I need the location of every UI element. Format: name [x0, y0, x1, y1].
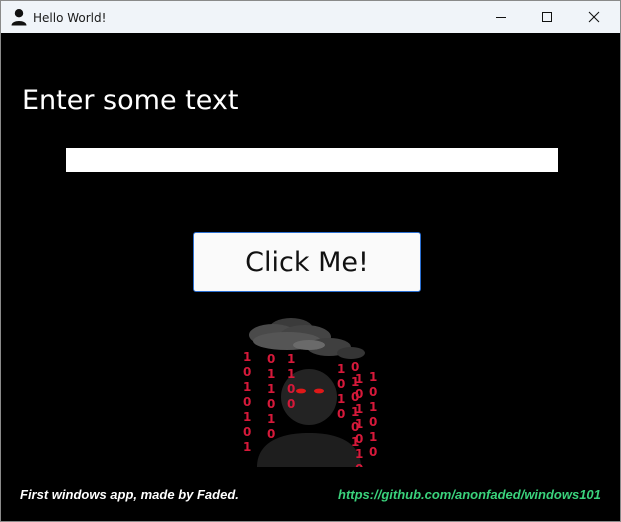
binary-digit: 0: [337, 407, 345, 421]
binary-digit: 0: [243, 365, 251, 379]
maximize-button[interactable]: [524, 1, 570, 33]
binary-digit: 0: [287, 382, 295, 396]
binary-digit: 0: [355, 462, 363, 467]
binary-digit: 1: [355, 402, 363, 416]
minimize-icon: [496, 17, 506, 18]
red-eye-left: [296, 388, 306, 394]
window-title: Hello World!: [33, 11, 107, 25]
binary-digit: 0: [287, 397, 295, 411]
click-me-button[interactable]: Click Me!: [193, 232, 421, 292]
binary-digit: 1: [337, 392, 345, 406]
binary-digit: 0: [355, 387, 363, 401]
binary-digit: 1: [369, 370, 377, 384]
binary-digit: 0: [369, 445, 377, 459]
binary-digit: 0: [267, 427, 275, 441]
github-link[interactable]: https://github.com/anonfaded/windows101: [338, 487, 601, 502]
person-icon: [11, 9, 27, 26]
text-input[interactable]: [66, 148, 558, 172]
binary-digit: 0: [267, 397, 275, 411]
binary-digit: 1: [287, 367, 295, 381]
binary-digit: 0: [243, 425, 251, 439]
binary-digit: 0: [267, 352, 275, 366]
binary-digit: 1: [337, 362, 345, 376]
binary-digit: 1: [355, 417, 363, 431]
binary-digit: 1: [267, 412, 275, 426]
minimize-button[interactable]: [478, 1, 524, 33]
credit-text: First windows app, made by Faded.: [20, 487, 239, 502]
title-bar[interactable]: Hello World!: [1, 1, 620, 33]
close-icon: [588, 11, 600, 23]
page-heading: Enter some text: [22, 85, 239, 116]
close-button[interactable]: [571, 1, 617, 33]
binary-digit: 0: [369, 415, 377, 429]
binary-digit: 0: [243, 395, 251, 409]
binary-digit: 0: [355, 432, 363, 446]
red-eye-right: [314, 388, 324, 394]
content-area: Enter some text Click Me! 1010101011 0 1…: [1, 33, 620, 521]
binary-digit: 1: [267, 367, 275, 381]
binary-digit: 1: [243, 440, 251, 454]
binary-digit: 1: [355, 372, 363, 386]
binary-digit: 0: [337, 377, 345, 391]
binary-digit: 1: [243, 380, 251, 394]
hacker-figure-icon: 1010101011010110010100101011010101011010: [243, 318, 377, 467]
binary-digit: 1: [369, 400, 377, 414]
binary-digit: 1: [243, 350, 251, 364]
binary-digit: 0: [369, 385, 377, 399]
binary-digit: 1: [369, 430, 377, 444]
binary-digit: 1: [287, 352, 295, 366]
binary-digit: 1: [243, 410, 251, 424]
app-window: Hello World! Enter some text Click Me! 1…: [0, 0, 621, 522]
maximize-icon: [542, 12, 552, 22]
binary-digit: 1: [267, 382, 275, 396]
binary-digit: 1: [355, 447, 363, 461]
